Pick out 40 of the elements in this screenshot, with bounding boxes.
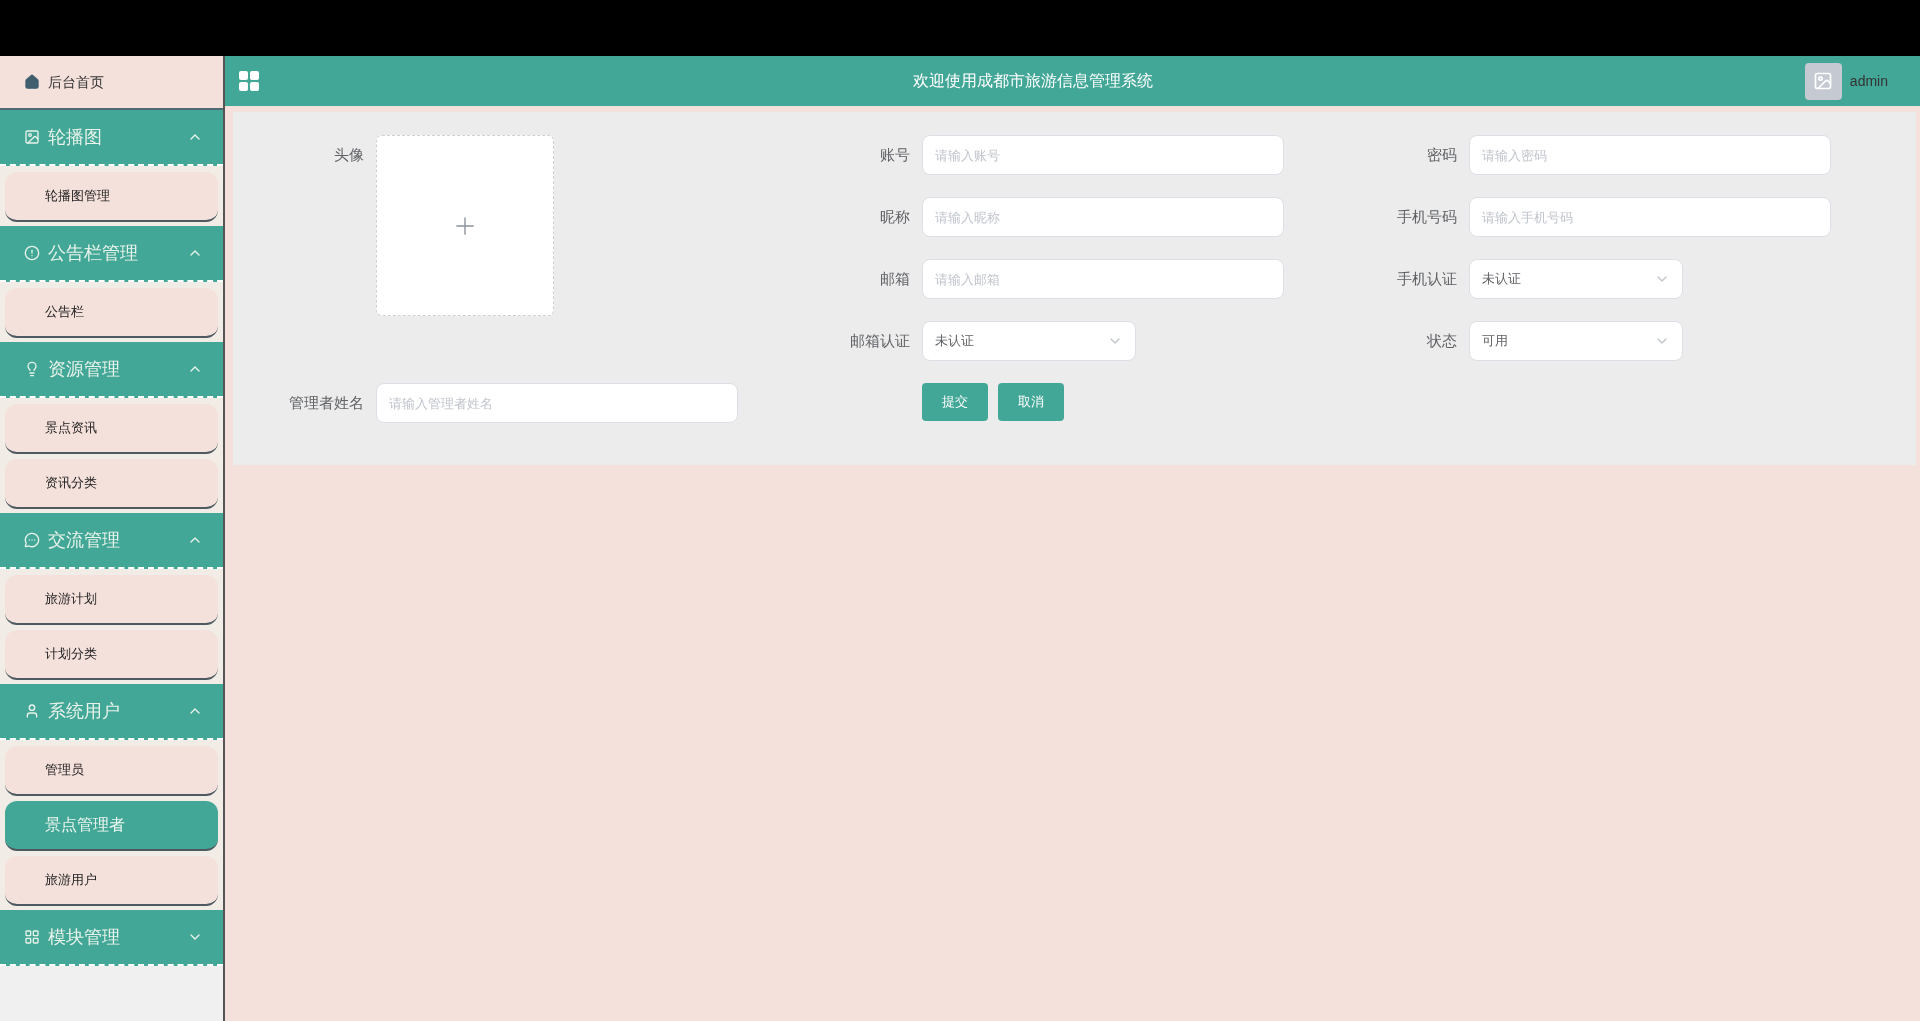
- input-field[interactable]: 请输入手机号码: [1469, 197, 1831, 237]
- alert-icon: [24, 245, 40, 261]
- user-name: admin: [1849, 71, 1888, 91]
- home-menu-item[interactable]: 后台首页: [0, 56, 223, 110]
- picture-icon: [1813, 71, 1834, 91]
- field-label: 邮箱: [880, 269, 911, 289]
- input-field[interactable]: 请输入管理者姓名: [376, 383, 738, 423]
- input-field[interactable]: 请输入昵称: [922, 197, 1284, 237]
- field-label: 手机认证: [1397, 269, 1458, 289]
- select-field[interactable]: 未认证: [922, 321, 1136, 361]
- user-avatar[interactable]: [1804, 62, 1842, 100]
- menu-item[interactable]: 资讯分类: [5, 459, 218, 509]
- page-title: 欢迎使用成都市旅游信息管理系统: [911, 71, 1154, 91]
- menu-item[interactable]: 管理员: [5, 746, 218, 796]
- field-label: 账号: [880, 145, 911, 165]
- field-label: 密码: [1427, 145, 1458, 165]
- grid-icon: [24, 929, 40, 945]
- field-label: 头像: [334, 145, 365, 165]
- menu-item[interactable]: 公告栏: [5, 288, 218, 338]
- select-field[interactable]: 可用: [1469, 321, 1683, 361]
- user-icon: [24, 703, 40, 719]
- input-field[interactable]: 请输入邮箱: [922, 259, 1284, 299]
- menu-item[interactable]: 旅游用户: [5, 856, 218, 906]
- field-label: 状态: [1427, 331, 1458, 351]
- chat-icon: [24, 532, 40, 548]
- home-icon: [24, 74, 40, 90]
- input-field[interactable]: 请输入密码: [1469, 135, 1831, 175]
- menu-item[interactable]: 计划分类: [5, 630, 218, 680]
- grid-icon[interactable]: [237, 69, 261, 93]
- menu-item[interactable]: 景点资讯: [5, 404, 218, 454]
- field-label: 管理者姓名: [289, 393, 365, 413]
- input-field[interactable]: 请输入账号: [922, 135, 1284, 175]
- menu-item[interactable]: 旅游计划: [5, 575, 218, 625]
- menu-item[interactable]: 轮播图管理: [5, 172, 218, 222]
- lightbulb-icon: [24, 361, 40, 377]
- picture-icon: [24, 129, 40, 145]
- field-label: 昵称: [880, 207, 911, 227]
- field-label: 手机号码: [1397, 207, 1458, 227]
- select-field[interactable]: 未认证: [1469, 259, 1683, 299]
- field-label: 邮箱认证: [850, 331, 911, 351]
